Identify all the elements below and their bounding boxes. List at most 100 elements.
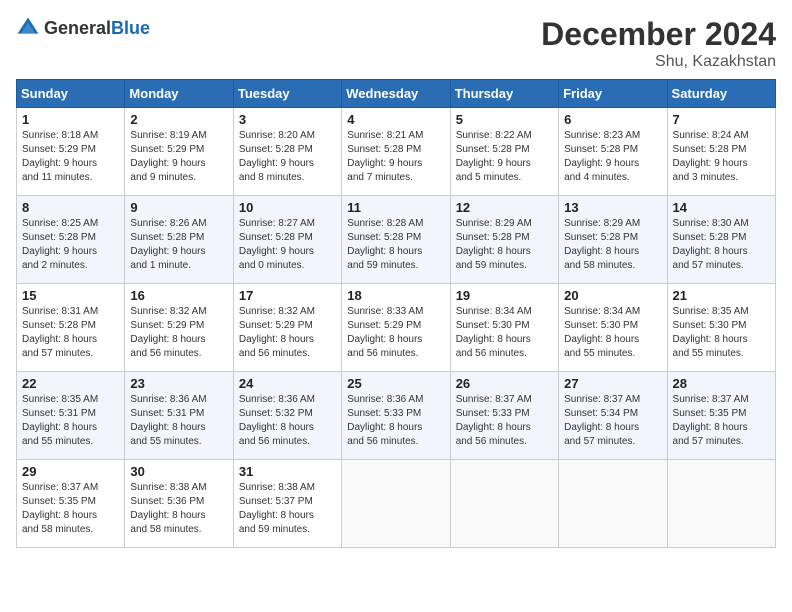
calendar-cell: 30 Sunrise: 8:38 AM Sunset: 5:36 PM Dayli… [125, 460, 233, 548]
day-number: 25 [347, 376, 444, 391]
day-number: 24 [239, 376, 336, 391]
day-number: 28 [673, 376, 770, 391]
week-row-1: 1Sunrise: 8:18 AM Sunset: 5:29 PM Daylig… [17, 108, 776, 196]
day-number: 7 [673, 112, 770, 127]
cell-content: Sunrise: 8:23 AM Sunset: 5:28 PM Dayligh… [564, 129, 661, 185]
location: Shu, Kazakhstan [541, 53, 776, 71]
day-number: 15 [22, 288, 119, 303]
calendar-cell: 5 Sunrise: 8:22 AM Sunset: 5:28 PM Daylig… [450, 108, 558, 196]
day-number: 10 [239, 200, 336, 215]
cell-content: Sunrise: 8:26 AM Sunset: 5:28 PM Dayligh… [130, 217, 227, 273]
logo: GeneralBlue [16, 16, 150, 40]
day-number: 27 [564, 376, 661, 391]
calendar-header-row: SundayMondayTuesdayWednesdayThursdayFrid… [17, 80, 776, 108]
day-number: 14 [673, 200, 770, 215]
day-number: 2 [130, 112, 227, 127]
cell-content: Sunrise: 8:38 AM Sunset: 5:36 PM Dayligh… [130, 481, 227, 537]
calendar-cell: 4Sunrise: 8:21 AM Sunset: 5:28 PM Daylig… [342, 108, 450, 196]
logo-icon [16, 16, 40, 40]
calendar-cell: 15Sunrise: 8:31 AM Sunset: 5:28 PM Dayli… [17, 284, 125, 372]
calendar-cell: 6Sunrise: 8:23 AM Sunset: 5:28 PM Daylig… [559, 108, 667, 196]
cell-content: Sunrise: 8:35 AM Sunset: 5:30 PM Dayligh… [673, 305, 770, 361]
calendar-cell: 13Sunrise: 8:29 AM Sunset: 5:28 PM Dayli… [559, 196, 667, 284]
cell-content: Sunrise: 8:20 AM Sunset: 5:28 PM Dayligh… [239, 129, 336, 185]
cell-content: Sunrise: 8:38 AM Sunset: 5:37 PM Dayligh… [239, 481, 336, 537]
day-number: 8 [22, 200, 119, 215]
day-number: 21 [673, 288, 770, 303]
day-header-friday: Friday [559, 80, 667, 108]
calendar-cell: 27 Sunrise: 8:37 AM Sunset: 5:34 PM Dayli… [559, 372, 667, 460]
calendar-cell: 12 Sunrise: 8:29 AM Sunset: 5:28 PM Dayli… [450, 196, 558, 284]
calendar-cell: 9 Sunrise: 8:26 AM Sunset: 5:28 PM Daylig… [125, 196, 233, 284]
day-number: 31 [239, 464, 336, 479]
calendar-cell: 18Sunrise: 8:33 AM Sunset: 5:29 PM Dayli… [342, 284, 450, 372]
day-number: 30 [130, 464, 227, 479]
calendar-cell: 7 Sunrise: 8:24 AM Sunset: 5:28 PM Daylig… [667, 108, 775, 196]
cell-content: Sunrise: 8:22 AM Sunset: 5:28 PM Dayligh… [456, 129, 553, 185]
cell-content: Sunrise: 8:36 AM Sunset: 5:33 PM Dayligh… [347, 393, 444, 449]
day-header-tuesday: Tuesday [233, 80, 341, 108]
calendar-cell: 17Sunrise: 8:32 AM Sunset: 5:29 PM Dayli… [233, 284, 341, 372]
calendar-cell: 20 Sunrise: 8:34 AM Sunset: 5:30 PM Dayli… [559, 284, 667, 372]
cell-content: Sunrise: 8:27 AM Sunset: 5:28 PM Dayligh… [239, 217, 336, 273]
month-title: December 2024 [541, 16, 776, 53]
title-block: December 2024 Shu, Kazakhstan [541, 16, 776, 71]
calendar-cell: 19Sunrise: 8:34 AM Sunset: 5:30 PM Dayli… [450, 284, 558, 372]
day-number: 16 [130, 288, 227, 303]
day-header-saturday: Saturday [667, 80, 775, 108]
calendar-cell: 23Sunrise: 8:36 AM Sunset: 5:31 PM Dayli… [125, 372, 233, 460]
day-header-monday: Monday [125, 80, 233, 108]
calendar-cell: 2 Sunrise: 8:19 AM Sunset: 5:29 PM Daylig… [125, 108, 233, 196]
cell-content: Sunrise: 8:19 AM Sunset: 5:29 PM Dayligh… [130, 129, 227, 185]
day-number: 17 [239, 288, 336, 303]
day-number: 11 [347, 200, 444, 215]
day-number: 12 [456, 200, 553, 215]
day-number: 29 [22, 464, 119, 479]
day-number: 20 [564, 288, 661, 303]
calendar-cell: 22Sunrise: 8:35 AM Sunset: 5:31 PM Dayli… [17, 372, 125, 460]
calendar-cell: 21 Sunrise: 8:35 AM Sunset: 5:30 PM Dayli… [667, 284, 775, 372]
cell-content: Sunrise: 8:18 AM Sunset: 5:29 PM Dayligh… [22, 129, 119, 185]
cell-content: Sunrise: 8:34 AM Sunset: 5:30 PM Dayligh… [456, 305, 553, 361]
cell-content: Sunrise: 8:37 AM Sunset: 5:35 PM Dayligh… [673, 393, 770, 449]
week-row-3: 15Sunrise: 8:31 AM Sunset: 5:28 PM Dayli… [17, 284, 776, 372]
calendar-cell: 26 Sunrise: 8:37 AM Sunset: 5:33 PM Dayli… [450, 372, 558, 460]
day-number: 23 [130, 376, 227, 391]
calendar-cell: 28 Sunrise: 8:37 AM Sunset: 5:35 PM Dayli… [667, 372, 775, 460]
cell-content: Sunrise: 8:30 AM Sunset: 5:28 PM Dayligh… [673, 217, 770, 273]
day-header-thursday: Thursday [450, 80, 558, 108]
calendar-cell [342, 460, 450, 548]
cell-content: Sunrise: 8:25 AM Sunset: 5:28 PM Dayligh… [22, 217, 119, 273]
calendar-cell: 16 Sunrise: 8:32 AM Sunset: 5:29 PM Dayli… [125, 284, 233, 372]
day-number: 22 [22, 376, 119, 391]
cell-content: Sunrise: 8:36 AM Sunset: 5:32 PM Dayligh… [239, 393, 336, 449]
calendar-table: SundayMondayTuesdayWednesdayThursdayFrid… [16, 79, 776, 548]
cell-content: Sunrise: 8:37 AM Sunset: 5:33 PM Dayligh… [456, 393, 553, 449]
cell-content: Sunrise: 8:37 AM Sunset: 5:35 PM Dayligh… [22, 481, 119, 537]
calendar-cell [667, 460, 775, 548]
cell-content: Sunrise: 8:28 AM Sunset: 5:28 PM Dayligh… [347, 217, 444, 273]
calendar-cell: 1Sunrise: 8:18 AM Sunset: 5:29 PM Daylig… [17, 108, 125, 196]
logo-general-text: GeneralBlue [44, 18, 150, 39]
calendar-cell [559, 460, 667, 548]
day-header-wednesday: Wednesday [342, 80, 450, 108]
calendar-cell: 29 Sunrise: 8:37 AM Sunset: 5:35 PM Dayli… [17, 460, 125, 548]
week-row-2: 8 Sunrise: 8:25 AM Sunset: 5:28 PM Daylig… [17, 196, 776, 284]
day-number: 26 [456, 376, 553, 391]
week-row-4: 22Sunrise: 8:35 AM Sunset: 5:31 PM Dayli… [17, 372, 776, 460]
cell-content: Sunrise: 8:29 AM Sunset: 5:28 PM Dayligh… [456, 217, 553, 273]
cell-content: Sunrise: 8:21 AM Sunset: 5:28 PM Dayligh… [347, 129, 444, 185]
cell-content: Sunrise: 8:32 AM Sunset: 5:29 PM Dayligh… [130, 305, 227, 361]
calendar-cell [450, 460, 558, 548]
calendar-cell: 11 Sunrise: 8:28 AM Sunset: 5:28 PM Dayli… [342, 196, 450, 284]
cell-content: Sunrise: 8:34 AM Sunset: 5:30 PM Dayligh… [564, 305, 661, 361]
day-number: 5 [456, 112, 553, 127]
calendar-cell: 14 Sunrise: 8:30 AM Sunset: 5:28 PM Dayli… [667, 196, 775, 284]
cell-content: Sunrise: 8:37 AM Sunset: 5:34 PM Dayligh… [564, 393, 661, 449]
week-row-5: 29 Sunrise: 8:37 AM Sunset: 5:35 PM Dayli… [17, 460, 776, 548]
cell-content: Sunrise: 8:24 AM Sunset: 5:28 PM Dayligh… [673, 129, 770, 185]
page-header: GeneralBlue December 2024 Shu, Kazakhsta… [16, 16, 776, 71]
calendar-cell: 8 Sunrise: 8:25 AM Sunset: 5:28 PM Daylig… [17, 196, 125, 284]
calendar-cell: 24 Sunrise: 8:36 AM Sunset: 5:32 PM Dayli… [233, 372, 341, 460]
day-number: 9 [130, 200, 227, 215]
